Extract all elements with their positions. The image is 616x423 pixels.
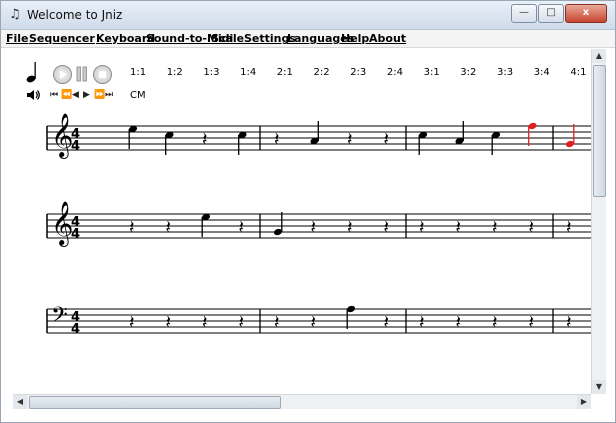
- quarter-rest: 𝄽: [566, 217, 572, 238]
- title-bar[interactable]: ♫ Welcome to Jniz — □ x: [1, 1, 615, 30]
- ratio-button-3-1[interactable]: 3:1: [424, 67, 440, 78]
- note: [346, 305, 356, 329]
- quarter-rest: 𝄽: [202, 312, 208, 333]
- ratio-button-1-3[interactable]: 1:3: [203, 67, 219, 78]
- last-icon[interactable]: ⏭: [105, 90, 113, 100]
- selected-note: [565, 124, 575, 148]
- speaker-icon[interactable]: [26, 89, 40, 101]
- ratio-button-2-3[interactable]: 2:3: [350, 67, 366, 78]
- note: [165, 131, 174, 155]
- time-signature-bottom: 4: [71, 227, 80, 242]
- quarter-rest: 𝄽: [239, 217, 245, 238]
- maximize-button[interactable]: □: [538, 4, 564, 23]
- menu-help[interactable]: Help: [341, 32, 369, 45]
- ratio-button-2-1[interactable]: 2:1: [277, 67, 293, 78]
- minimize-button[interactable]: —: [511, 4, 537, 23]
- window-controls: — □ x: [510, 4, 607, 23]
- ratio-button-1-4[interactable]: 1:4: [240, 67, 256, 78]
- quarter-rest: 𝄽: [384, 312, 390, 333]
- menu-file[interactable]: File: [6, 32, 29, 45]
- ratio-button-1-2[interactable]: 1:2: [167, 67, 183, 78]
- first-icon[interactable]: ⏮: [50, 90, 58, 100]
- pause-button[interactable]: [75, 66, 89, 86]
- ratio-button-3-3[interactable]: 3:3: [497, 67, 513, 78]
- window-title: Welcome to Jniz: [27, 8, 123, 22]
- quarter-rest: 𝄽: [311, 312, 317, 333]
- staff-3[interactable]: 𝄢 44 𝄽 𝄽 𝄽 𝄽 𝄽 𝄽 𝄽 𝄽 𝄽 𝄽 𝄽 𝄽: [46, 303, 591, 337]
- play-icon: [60, 70, 67, 79]
- quarter-rest: 𝄽: [384, 129, 390, 150]
- close-button[interactable]: x: [565, 4, 607, 23]
- ratio-button-1-1[interactable]: 1:1: [130, 67, 146, 78]
- note: [273, 212, 283, 236]
- selected-note: [528, 122, 537, 146]
- note: [491, 131, 501, 155]
- scroll-left-icon[interactable]: ◀: [13, 395, 27, 409]
- note: [310, 121, 319, 145]
- quarter-rest: 𝄽: [239, 312, 245, 333]
- staff-1[interactable]: 𝄞44 𝄽 𝄽 𝄽 𝄽: [46, 113, 591, 159]
- menu-sequencer[interactable]: Sequencer: [29, 32, 95, 45]
- step-back-icon[interactable]: ◀: [72, 90, 79, 100]
- quarter-rest: 𝄽: [529, 312, 535, 333]
- music-note-icon: ♫: [9, 7, 21, 22]
- quarter-rest: 𝄽: [166, 217, 172, 238]
- quarter-rest: 𝄽: [456, 312, 462, 333]
- main-content: 1:1 1:2 1:3 1:4 2:1 2:2 2:3 2:4 3:1 3:2 3:3 3:4 4:1 …: [13, 49, 591, 394]
- app-window: ♫ Welcome to Jniz — □ x File Sequencer K…: [0, 0, 616, 423]
- quarter-rest: 𝄽: [419, 312, 425, 333]
- quarter-rest: 𝄽: [274, 312, 280, 333]
- stop-icon: [99, 71, 106, 78]
- ratio-button-4-1[interactable]: 4:1: [570, 67, 586, 78]
- quarter-rest: 𝄽: [456, 217, 462, 238]
- scroll-right-icon[interactable]: ▶: [577, 395, 591, 409]
- quarter-rest: 𝄽: [347, 129, 353, 150]
- stop-button[interactable]: [93, 65, 112, 84]
- quarter-rest: 𝄽: [419, 217, 425, 238]
- quarter-rest: 𝄽: [129, 217, 135, 238]
- quarter-rest: 𝄽: [347, 217, 353, 238]
- note: [418, 131, 428, 155]
- ratio-button-3-4[interactable]: 3:4: [534, 67, 550, 78]
- note: [455, 121, 464, 145]
- menu-about[interactable]: About: [369, 32, 406, 45]
- quarter-rest: 𝄽: [384, 217, 390, 238]
- vertical-scrollbar[interactable]: ▲ ▼: [591, 49, 606, 394]
- quarter-rest: 𝄽: [129, 312, 135, 333]
- pause-icon: [76, 66, 87, 82]
- quarter-rest: 𝄽: [274, 129, 280, 150]
- quarter-rest: 𝄽: [492, 312, 498, 333]
- menu-bar: File Sequencer Keyboard Sound-to-Midi Sc…: [1, 30, 615, 48]
- ratio-button-2-4[interactable]: 2:4: [387, 67, 403, 78]
- horizontal-scroll-thumb[interactable]: [29, 396, 281, 409]
- scroll-down-icon[interactable]: ▼: [592, 380, 606, 394]
- time-signature-bottom: 4: [71, 322, 80, 337]
- ratio-button-3-2[interactable]: 3:2: [460, 67, 476, 78]
- quarter-rest: 𝄽: [311, 217, 317, 238]
- quarter-rest: 𝄽: [202, 129, 208, 150]
- scale-label: CM: [130, 90, 146, 101]
- note: [128, 125, 138, 149]
- fast-forward-icon[interactable]: ⏩: [94, 90, 105, 100]
- play-button[interactable]: [53, 65, 72, 84]
- quarter-rest: 𝄽: [166, 312, 172, 333]
- vertical-scroll-thumb[interactable]: [593, 65, 606, 197]
- rewind-icon[interactable]: ⏪: [61, 90, 72, 100]
- quarter-rest: 𝄽: [529, 217, 535, 238]
- scroll-up-icon[interactable]: ▲: [592, 49, 606, 63]
- step-forward-icon[interactable]: ▶: [83, 90, 90, 100]
- ratio-button-2-2[interactable]: 2:2: [314, 67, 330, 78]
- menu-scale[interactable]: Scale: [211, 32, 244, 45]
- time-signature-bottom: 4: [71, 139, 80, 154]
- quarter-rest: 𝄽: [566, 312, 572, 333]
- note: [238, 131, 247, 155]
- note: [201, 213, 211, 237]
- score-sheet[interactable]: 𝄞44 𝄽 𝄽 𝄽 𝄽𝄞44 𝄽 𝄽 𝄽 𝄽 𝄽 𝄽 𝄽 𝄽 𝄽 𝄽 𝄽𝄢 44 𝄽 𝄽 𝄽 𝄽 𝄽 𝄽 𝄽 𝄽 𝄽 𝄽 𝄽 𝄽: [13, 109, 591, 394]
- horizontal-scrollbar[interactable]: ◀ ▶: [13, 394, 591, 409]
- toolbar: 1:1 1:2 1:3 1:4 2:1 2:2 2:3 2:4 3:1 3:2 3:3 3:4 4:1 …: [13, 49, 591, 109]
- bass-clef-icon: 𝄢: [51, 303, 68, 333]
- staff-2[interactable]: 𝄞44 𝄽 𝄽 𝄽 𝄽 𝄽 𝄽 𝄽 𝄽 𝄽 𝄽 𝄽: [46, 201, 591, 247]
- quarter-note-icon[interactable]: [26, 61, 38, 83]
- quarter-rest: 𝄽: [492, 217, 498, 238]
